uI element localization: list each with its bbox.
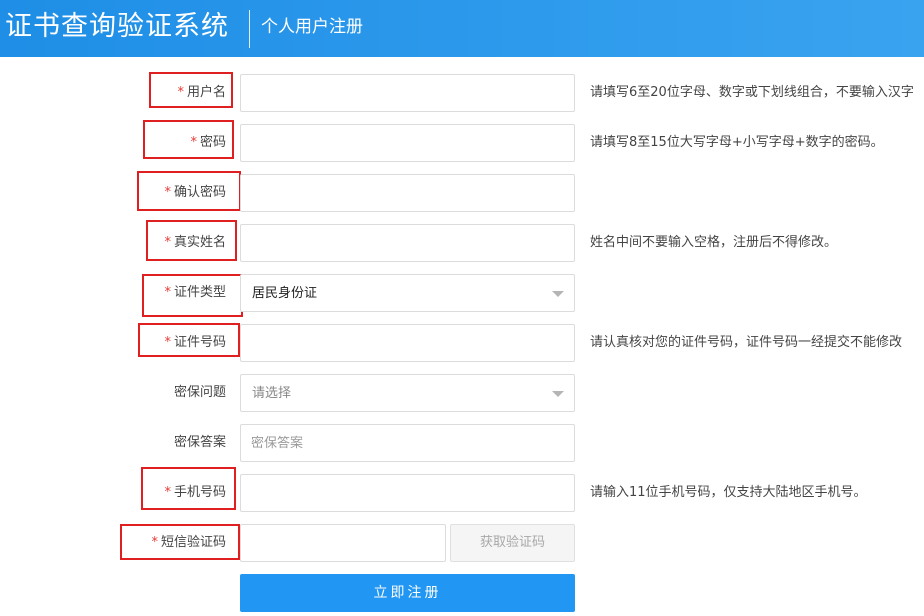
form-row-username: * 用户名 请填写6至20位字母、数字或下划线组合，不要输入汉字 [0,72,924,112]
get-code-button[interactable]: 获取验证码 [450,524,575,562]
id-type-label: * 证件类型 [164,285,226,300]
required-mark: * [164,485,171,500]
required-mark: * [164,185,171,200]
password-hint: 请填写8至15位大写字母+小写字母+数字的密码。 [590,135,884,150]
real-name-input[interactable] [240,224,575,262]
password-input[interactable] [240,124,575,162]
security-answer-input[interactable] [240,424,575,462]
username-hint: 请填写6至20位字母、数字或下划线组合，不要输入汉字 [590,85,914,100]
password-label: * 密码 [190,135,226,150]
username-label: * 用户名 [177,85,226,100]
sms-code-label: * 短信验证码 [151,535,226,550]
id-type-selected-value: 居民身份证 [252,286,318,301]
id-number-hint: 请认真核对您的证件号码，证件号码一经提交不能修改 [590,335,903,350]
page-subtitle: 个人用户注册 [261,17,363,37]
security-question-selected-value: 请选择 [252,386,292,401]
required-mark: * [190,135,197,150]
required-mark: * [164,335,171,350]
chevron-down-icon [552,291,564,297]
form-row-phone: * 手机号码 请输入11位手机号码，仅支持大陆地区手机号。 [0,467,924,512]
security-answer-label: 密保答案 [173,435,226,450]
phone-label: * 手机号码 [164,485,226,500]
form-row-password: * 密码 请填写8至15位大写字母+小写字母+数字的密码。 [0,120,924,162]
form-row-sms-code: * 短信验证码 获取验证码 [0,524,924,562]
form-row-confirm-password: * 确认密码 [0,171,924,212]
id-number-label: * 证件号码 [164,335,226,350]
username-input[interactable] [240,74,575,112]
form-row-real-name: * 真实姓名 姓名中间不要输入空格，注册后不得修改。 [0,220,924,262]
sms-code-input[interactable] [240,524,446,562]
id-number-input[interactable] [240,324,575,362]
phone-input[interactable] [240,474,575,512]
phone-hint: 请输入11位手机号码，仅支持大陆地区手机号。 [590,485,867,500]
form-row-id-number: * 证件号码 请认真核对您的证件号码，证件号码一经提交不能修改 [0,323,924,362]
confirm-password-input[interactable] [240,174,575,212]
form-row-security-answer: 密保答案 [0,424,924,462]
form-row-id-type: * 证件类型 居民身份证 [0,274,924,317]
form-row-security-question: 密保问题 请选择 [0,374,924,412]
register-button[interactable]: 立即注册 [240,574,575,612]
security-question-label: 密保问题 [173,385,226,400]
required-mark: * [177,85,184,100]
id-type-select[interactable]: 居民身份证 [240,274,575,312]
chevron-down-icon [552,391,564,397]
system-title: 证书查询验证系统 [5,11,229,42]
real-name-hint: 姓名中间不要输入空格，注册后不得修改。 [590,235,838,250]
confirm-password-label: * 确认密码 [164,185,226,200]
required-mark: * [164,235,171,250]
required-mark: * [151,535,158,550]
required-mark: * [164,285,171,300]
security-question-select[interactable]: 请选择 [240,374,575,412]
app-header: 证书查询验证系统 个人用户注册 [0,0,924,57]
header-divider [249,10,250,48]
real-name-label: * 真实姓名 [164,235,226,250]
